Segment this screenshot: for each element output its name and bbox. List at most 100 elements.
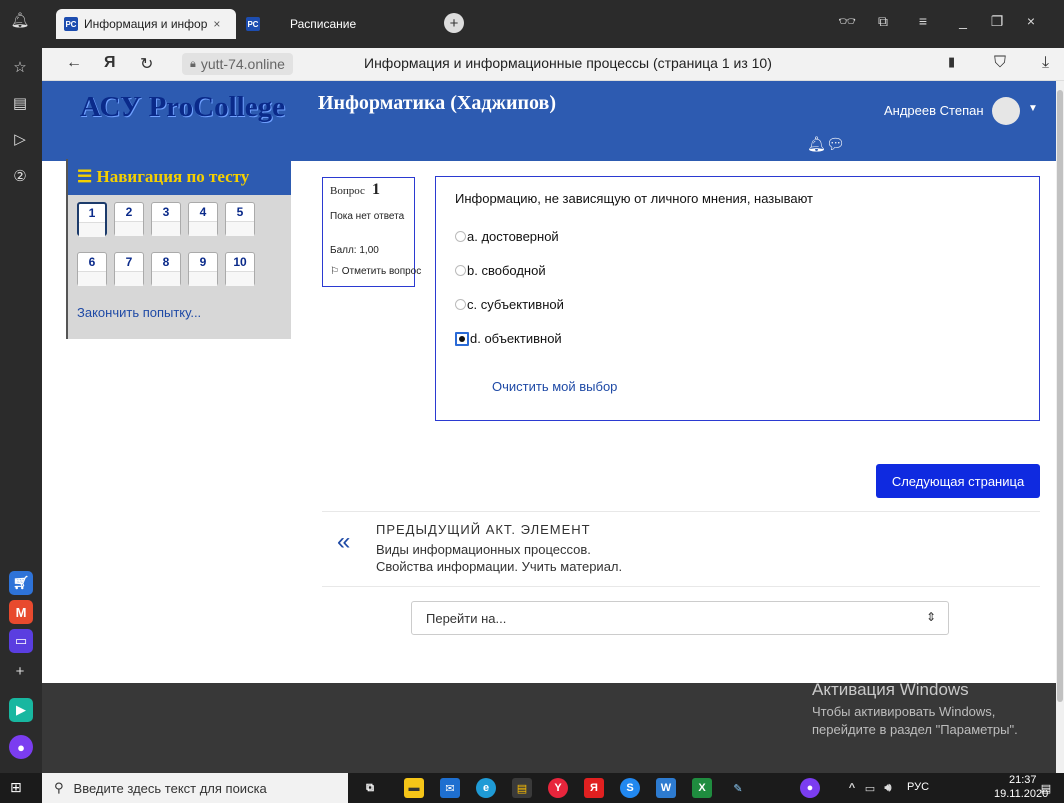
quiz-question-6[interactable]: 6	[77, 252, 107, 286]
windows-start-icon[interactable]: ⊞	[10, 779, 22, 796]
tab-active[interactable]: РС Информация и инфор ×	[56, 9, 236, 39]
copy-icon[interactable]: ⧉	[872, 13, 894, 30]
new-tab-button[interactable]: +	[444, 13, 464, 33]
yandex-browser-icon[interactable]: Y	[548, 778, 568, 798]
quiz-question-4[interactable]: 4	[188, 202, 218, 236]
yandex-icon[interactable]: Я	[104, 54, 116, 72]
tab-label: Информация и инфор	[84, 17, 208, 31]
paint-icon[interactable]: ✎	[728, 778, 748, 798]
previous-activity-title-line1[interactable]: Виды информационных процессов.	[376, 542, 591, 557]
network-icon[interactable]: ▭	[860, 778, 880, 798]
answer-option-b[interactable]: b. свободной	[455, 263, 546, 278]
menu-icon[interactable]: ≡	[912, 13, 934, 29]
excel-icon[interactable]: X	[692, 778, 712, 798]
quiz-question-9[interactable]: 9	[188, 252, 218, 286]
quiz-question-8[interactable]: 8	[151, 252, 181, 286]
language-indicator[interactable]: РУС	[907, 781, 929, 793]
volume-icon[interactable]: 🔊︎	[878, 778, 898, 798]
quiz-navigation-title: ☰ Навигация по тесту	[77, 167, 250, 186]
scrollbar-thumb[interactable]	[1057, 90, 1063, 702]
flag-question-link[interactable]: ⚐ Отметить вопрос	[330, 266, 421, 277]
play-icon[interactable]: ▷	[9, 128, 31, 150]
minimize-icon[interactable]: _	[952, 13, 974, 29]
taskbar-search-placeholder: Введите здесь текст для поиска	[73, 780, 267, 796]
jump-to-select[interactable]: Перейти на... ⇕	[411, 601, 949, 635]
windows-taskbar: ⊞ ⚲ Введите здесь текст для поиска ⧉ ▬ ✉…	[0, 773, 1064, 803]
store-icon[interactable]: ▤	[512, 778, 532, 798]
radio-button[interactable]	[455, 265, 466, 276]
skype-icon[interactable]: S	[620, 778, 640, 798]
quiz-question-3[interactable]: 3	[151, 202, 181, 236]
quiz-navigation-header: ☰ Навигация по тесту	[68, 159, 291, 195]
tab-second[interactable]: РС	[238, 9, 278, 39]
course-title[interactable]: Информатика (Хаджипов)	[318, 92, 556, 115]
lock-icon: 🔒︎	[190, 57, 196, 70]
download-icon[interactable]: ⤓	[1042, 54, 1049, 72]
tab-schedule[interactable]: Расписание	[290, 9, 410, 39]
quiz-question-10[interactable]: 10	[225, 252, 255, 286]
question-score: Балл: 1,00	[330, 245, 379, 256]
radio-button[interactable]	[455, 299, 466, 310]
messenger-app-icon[interactable]: ▭	[9, 629, 33, 653]
question-info-box: Вопрос 1 Пока нет ответа Балл: 1,00 ⚐ От…	[322, 177, 421, 287]
radio-button[interactable]	[455, 231, 466, 242]
quiz-question-5[interactable]: 5	[225, 202, 255, 236]
site-header: АСУ ProCollege Информатика (Хаджипов) 🔔︎…	[42, 81, 1056, 161]
avatar[interactable]	[992, 97, 1020, 125]
bookmark-icon[interactable]: ▮	[948, 54, 955, 70]
quiz-question-2[interactable]: 2	[114, 202, 144, 236]
next-page-button[interactable]: Следующая страница	[876, 464, 1040, 498]
star-icon[interactable]: ☆	[9, 56, 31, 78]
bell-icon[interactable]: 🔔︎	[9, 9, 31, 31]
url-field[interactable]: 🔒︎ yutt-74.online	[182, 53, 293, 75]
radio-button-selected[interactable]	[455, 331, 469, 346]
previous-activity-nav[interactable]: « ПРЕДЫДУЩИЙ АКТ. ЭЛЕМЕНТ Виды информаци…	[322, 511, 1040, 587]
windows-activation-title: Активация Windows	[812, 680, 969, 699]
close-window-icon[interactable]: ×	[1020, 13, 1042, 29]
incognito-icon[interactable]: 👓︎	[836, 13, 858, 30]
restore-icon[interactable]: ❐	[986, 13, 1008, 30]
question-body: Информацию, не зависящую от личного мнен…	[435, 176, 1040, 421]
answer-option-c[interactable]: c. субъективной	[455, 297, 564, 312]
counter-icon[interactable]: ②	[9, 165, 31, 187]
procollege-favicon-icon: РС	[246, 17, 260, 31]
messages-chat-icon[interactable]: 💬︎	[826, 135, 845, 153]
user-name[interactable]: Андреев Степан	[884, 103, 984, 118]
answer-option-d[interactable]: d. объективной	[455, 331, 562, 346]
alice-icon[interactable]: ●	[800, 778, 820, 798]
cart-app-icon[interactable]: 🛒︎	[9, 571, 33, 595]
protect-icon[interactable]: ⛉	[994, 54, 1006, 72]
answer-option-a[interactable]: a. достоверной	[455, 229, 559, 244]
notifications-bell-icon[interactable]: 🔔︎	[807, 135, 826, 153]
add-app-icon[interactable]: +	[9, 660, 31, 682]
tray-chevron-icon[interactable]: ^	[842, 778, 862, 798]
procollege-favicon-icon: РС	[64, 17, 78, 31]
notes-icon[interactable]: ▤	[9, 92, 31, 114]
flag-icon: ⚐	[330, 266, 339, 277]
mail-icon[interactable]: ✉	[440, 778, 460, 798]
send-app-icon[interactable]: ▶	[9, 698, 33, 722]
previous-activity-title-line2[interactable]: Свойства информации. Учить материал.	[376, 559, 622, 574]
clock-time[interactable]: 21:37	[1009, 774, 1037, 786]
quiz-question-7[interactable]: 7	[114, 252, 144, 286]
word-icon[interactable]: W	[656, 778, 676, 798]
back-icon[interactable]: ←	[66, 54, 82, 72]
alice-app-icon[interactable]: ●	[9, 735, 33, 759]
explorer-icon[interactable]: ▬	[404, 778, 424, 798]
notifications-icon[interactable]: ▤	[1036, 778, 1056, 798]
chevron-down-icon[interactable]: ▼	[1028, 103, 1038, 114]
yandex-icon[interactable]: Я	[584, 778, 604, 798]
clear-choice-link[interactable]: Очистить мой выбор	[492, 379, 617, 394]
previous-arrow-icon[interactable]: «	[337, 528, 350, 556]
edge-icon[interactable]: e	[476, 778, 496, 798]
site-logo[interactable]: АСУ ProCollege	[80, 91, 285, 124]
task-view-icon[interactable]: ⧉	[360, 778, 380, 798]
taskbar-search-input[interactable]: ⚲ Введите здесь текст для поиска	[42, 773, 348, 803]
mail-app-icon[interactable]: M	[9, 600, 33, 624]
finish-attempt-link[interactable]: Закончить попытку...	[77, 305, 201, 320]
quiz-question-1[interactable]: 1	[77, 202, 107, 237]
windows-activation-line1: Чтобы активировать Windows,	[812, 704, 996, 719]
reload-icon[interactable]: ↻	[140, 54, 153, 74]
tab-label: Расписание	[290, 17, 357, 31]
close-tab-icon[interactable]: ×	[213, 17, 220, 31]
